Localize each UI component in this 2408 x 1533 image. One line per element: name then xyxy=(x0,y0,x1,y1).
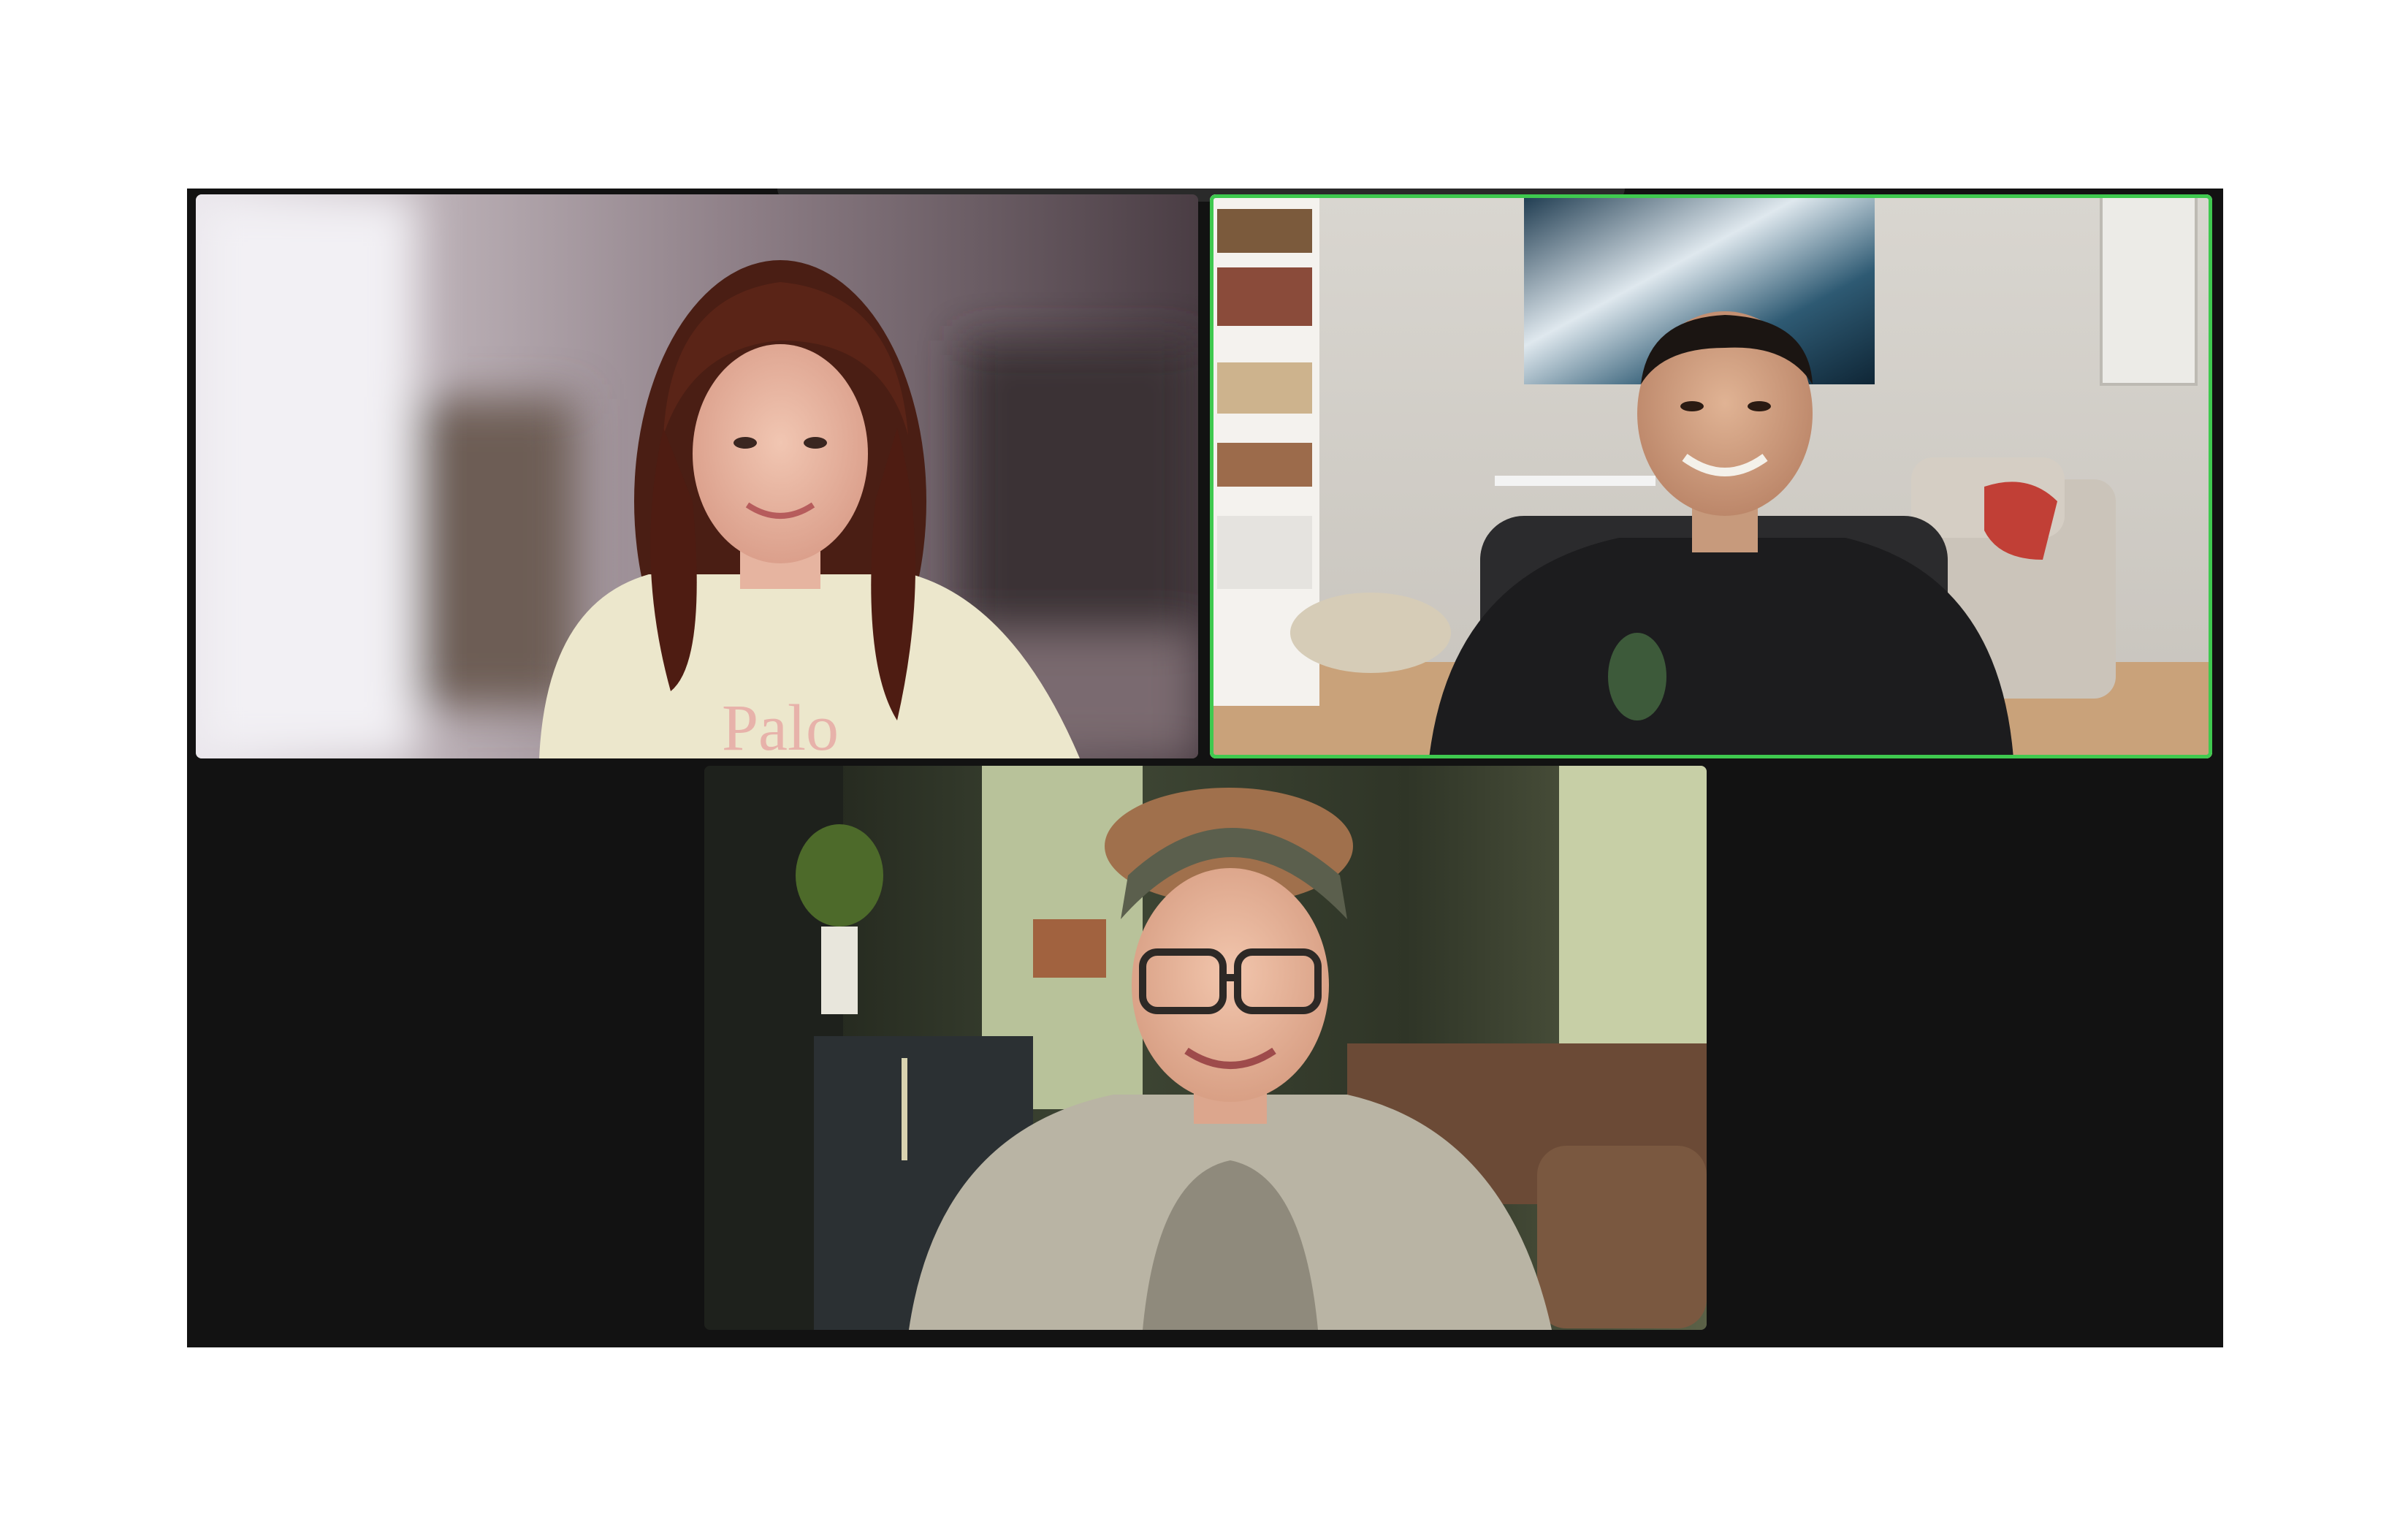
camera-feed-image: Palo xyxy=(196,194,1198,758)
video-tile-participant-1[interactable]: Palo xyxy=(196,194,1198,758)
camera-feed-image xyxy=(704,766,1707,1330)
svg-text:Palo: Palo xyxy=(722,692,839,758)
camera-feed-image xyxy=(1210,194,2212,758)
video-tile-participant-2[interactable] xyxy=(1210,194,2212,758)
video-call-window: Palo xyxy=(187,189,2223,1347)
video-tile-participant-3[interactable] xyxy=(704,766,1707,1330)
